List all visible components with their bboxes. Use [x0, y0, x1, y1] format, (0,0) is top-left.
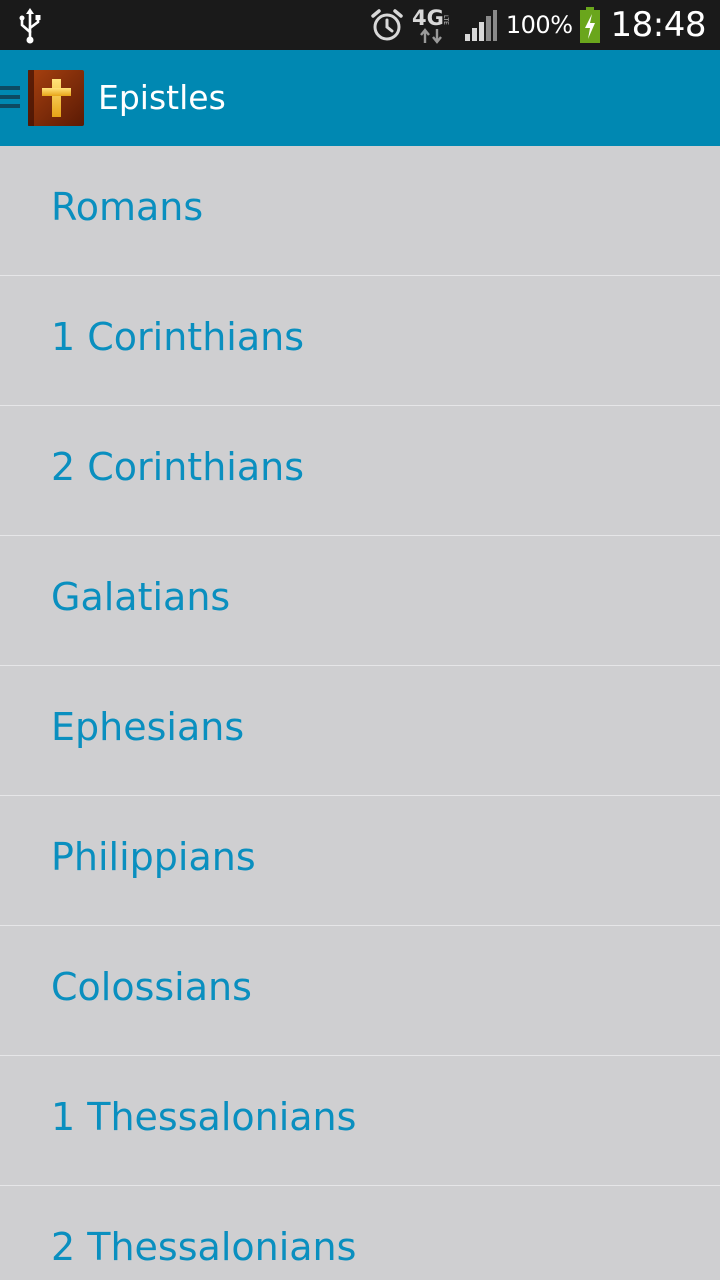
book-list: Romans 1 Corinthians 2 Corinthians Galat… [0, 146, 720, 1280]
list-item-2-thessalonians[interactable]: 2 Thessalonians [0, 1186, 720, 1280]
list-item-ephesians[interactable]: Ephesians [0, 666, 720, 796]
list-item-romans[interactable]: Romans [0, 146, 720, 276]
list-item-philippians[interactable]: Philippians [0, 796, 720, 926]
list-item-galatians[interactable]: Galatians [0, 536, 720, 666]
svg-text:LTE: LTE [442, 15, 449, 25]
clock: 18:48 [610, 5, 707, 45]
svg-text:4G: 4G [412, 6, 444, 30]
list-item-label: Ephesians [51, 705, 245, 749]
drawer-menu-icon[interactable] [0, 86, 22, 112]
action-bar: Epistles [0, 50, 720, 146]
status-icons: 4G LTE 100% 18:48 [370, 0, 707, 50]
signal-icon [464, 10, 497, 41]
list-item-label: Romans [51, 185, 204, 229]
list-item-2-corinthians[interactable]: 2 Corinthians [0, 406, 720, 536]
list-item-label: 2 Corinthians [51, 445, 305, 489]
battery-charging-icon [579, 7, 600, 43]
list-item-label: Galatians [51, 575, 231, 619]
usb-icon [19, 8, 41, 44]
cross-book-icon[interactable] [28, 70, 84, 126]
list-item-label: Philippians [51, 835, 256, 879]
status-bar: 4G LTE 100% 18:48 [0, 0, 720, 50]
list-item-label: 1 Corinthians [51, 315, 305, 359]
page-title: Epistles [98, 78, 226, 117]
list-item-label: Colossians [51, 965, 252, 1009]
list-item-1-corinthians[interactable]: 1 Corinthians [0, 276, 720, 406]
battery-percent: 100% [505, 11, 573, 39]
list-item-1-thessalonians[interactable]: 1 Thessalonians [0, 1056, 720, 1186]
network-4g-lte-icon: 4G LTE [412, 6, 449, 44]
list-item-label: 1 Thessalonians [51, 1095, 357, 1139]
alarm-icon [371, 9, 403, 41]
list-item-label: 2 Thessalonians [51, 1225, 357, 1269]
list-item-colossians[interactable]: Colossians [0, 926, 720, 1056]
